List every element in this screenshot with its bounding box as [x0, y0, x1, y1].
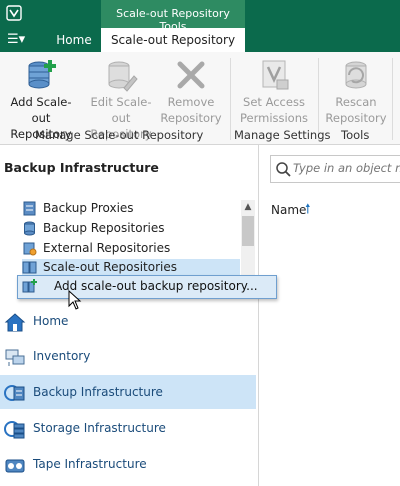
tab-home[interactable]: Home [48, 33, 100, 47]
nav-storage-infrastructure[interactable]: Storage Infrastructure [0, 411, 256, 445]
button-label: Remove Repository [160, 95, 222, 125]
edit-repository-icon [108, 61, 138, 92]
backup-infrastructure-icon [4, 385, 25, 401]
tree-item-label: External Repositories [43, 241, 171, 255]
external-repository-icon [23, 242, 37, 256]
ribbon-separator [230, 58, 231, 140]
nav-label: Home [33, 314, 69, 328]
permissions-icon [262, 60, 289, 90]
scrollbar-thumb[interactable] [242, 216, 254, 246]
tree-item-label: Scale-out Repositories [43, 260, 177, 274]
sort-ascending-arrow-icon: 🠕 [305, 202, 311, 217]
storage-infrastructure-icon [4, 421, 25, 439]
add-repository-icon [28, 60, 56, 89]
main-menu-button[interactable]: ☰▾ [7, 32, 25, 47]
proxy-icon [23, 201, 36, 216]
ribbon-group-label-manage: Manage Scale-out Repository [35, 128, 204, 142]
nav-label: Storage Infrastructure [33, 421, 166, 435]
tape-infrastructure-icon [5, 459, 25, 473]
ribbon-separator [392, 58, 393, 140]
home-icon [4, 313, 26, 332]
tree-item-backup-repositories[interactable]: Backup Repositories [22, 220, 232, 238]
ribbon: Add Scale-out Repository Edit Scale-out … [0, 52, 400, 145]
nav-inventory[interactable]: Inventory [0, 339, 256, 373]
tree-item-label: Backup Proxies [43, 201, 134, 215]
search-icon [276, 162, 291, 177]
object-search-box[interactable] [270, 155, 400, 183]
menu-item-label: Add scale-out backup repository... [54, 279, 258, 293]
nav-label: Backup Infrastructure [33, 385, 163, 399]
remove-x-icon [177, 61, 205, 89]
column-header-name[interactable]: Name [271, 203, 306, 217]
repository-icon [24, 221, 35, 236]
tree-item-backup-proxies[interactable]: Backup Proxies [22, 200, 232, 218]
inventory-icon [5, 349, 25, 366]
button-label: Rescan Repository [325, 95, 387, 125]
rescan-icon [345, 61, 367, 89]
scroll-up-arrow-icon[interactable]: ▲ [241, 200, 255, 214]
tab-scale-out-repository[interactable]: Scale-out Repository [101, 28, 245, 53]
tree-item-label: Backup Repositories [43, 221, 165, 235]
ribbon-group-label-settings: Manage Settings [234, 128, 331, 142]
button-label: Set Access Permissions [239, 95, 309, 125]
pane-title: Backup Infrastructure [4, 160, 159, 175]
ribbon-group-label-tools: Tools [341, 128, 370, 142]
veeam-logo-icon [6, 5, 22, 21]
tree-item-external-repositories[interactable]: External Repositories [22, 240, 232, 258]
nav-label: Inventory [33, 349, 91, 363]
nav-home[interactable]: Home [0, 304, 256, 338]
nav-backup-infrastructure[interactable]: Backup Infrastructure [0, 375, 256, 409]
add-scale-out-backup-repository-menu-item[interactable]: Add scale-out backup repository... [17, 275, 277, 299]
contextual-tab-group: Scale-out Repository Tools [101, 0, 245, 33]
nav-label: Tape Infrastructure [33, 457, 147, 471]
remove-repository-button[interactable]: Remove Repository [151, 58, 231, 126]
search-input[interactable] [293, 160, 400, 176]
rescan-repository-button[interactable]: Rescan Repository [316, 58, 396, 126]
add-scale-out-repository-icon [22, 279, 37, 293]
set-access-permissions-button[interactable]: Set Access Permissions [234, 58, 314, 126]
nav-tape-infrastructure[interactable]: Tape Infrastructure [0, 447, 256, 481]
tab-label: Scale-out Repository [110, 33, 236, 47]
scale-out-repository-icon [22, 261, 37, 274]
